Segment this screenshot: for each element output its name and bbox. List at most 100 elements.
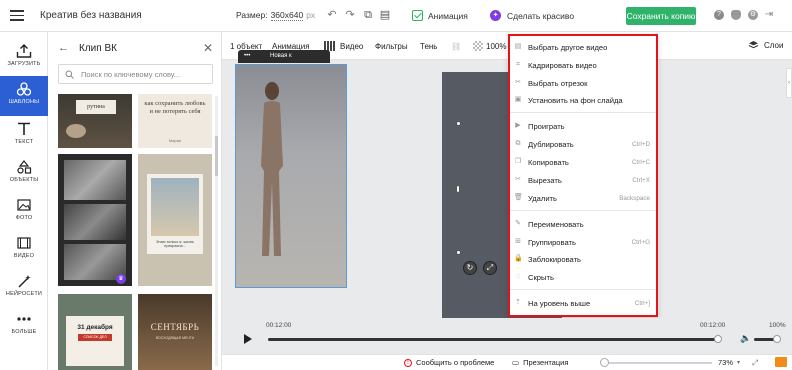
side-expand-tab[interactable]: ‹: [786, 68, 792, 98]
menu-item-play[interactable]: ▶ Проиграть: [514, 119, 656, 133]
animation-checkbox[interactable]: [412, 10, 423, 21]
timeline-knob[interactable]: [714, 335, 722, 343]
menu-item-crop-video[interactable]: ⌗ Кадрировать видео: [514, 58, 656, 72]
menu-item-cut[interactable]: ✂ Вырезать Ctrl+X: [514, 173, 656, 187]
time-end: 00:12:00: [700, 322, 726, 329]
layers-button[interactable]: Слои: [748, 40, 783, 50]
menu-item-bring-forward[interactable]: ⇡ На уровень выше Ctrl+]: [514, 296, 656, 310]
redo-icon[interactable]: ↷: [344, 9, 356, 21]
menu-item-choose-video[interactable]: ▤ Выбрать другое видео: [514, 40, 656, 54]
transform-icon[interactable]: ⤢: [483, 261, 497, 275]
zoom-select[interactable]: 73% ▾: [718, 358, 740, 367]
video-element-header: ••• Новая к: [238, 50, 330, 63]
undo-icon[interactable]: ↶: [326, 9, 338, 21]
menu-divider: [510, 112, 656, 113]
rotate-icon[interactable]: ↻: [463, 261, 477, 275]
scissors-icon: ✂: [515, 79, 521, 86]
beautify-button[interactable]: ✦ Сделать красиво: [490, 10, 574, 21]
replace-icon: ▤: [514, 43, 522, 50]
menu-item-group[interactable]: ⊞ Группировать Ctrl+G: [514, 235, 656, 249]
menu-item-duplicate[interactable]: ⧉ Дублировать Ctrl+D: [514, 137, 656, 151]
menu-item-label: Установить на фон слайда: [528, 95, 623, 105]
size-value[interactable]: 360x640: [270, 10, 304, 21]
rail-item-templates[interactable]: ШАБЛОНЫ: [0, 76, 48, 116]
menu-shortcut: Backspace: [619, 194, 650, 202]
toolbar-opacity[interactable]: 100%: [486, 42, 506, 51]
toolbar-video[interactable]: Видео: [340, 42, 363, 51]
timeline-track[interactable]: [268, 338, 718, 341]
menu-item-copy[interactable]: ❐ Копировать Ctrl+C: [514, 155, 656, 169]
menu-item-trim[interactable]: ✂ Выбрать отрезок: [514, 76, 656, 90]
resize-handle[interactable]: [456, 185, 460, 193]
menu-item-label: Проиграть: [528, 121, 565, 131]
close-icon[interactable]: ✕: [203, 41, 213, 55]
logout-icon[interactable]: ⇥: [764, 10, 774, 20]
presentation-button[interactable]: ▭ Презентация: [512, 358, 568, 367]
template-thumb-december[interactable]: 31 декабря СПИСОК ДЕЛ: [58, 294, 132, 370]
opacity-icon[interactable]: [473, 41, 483, 51]
menu-item-delete[interactable]: 🗑 Удалить Backspace: [514, 191, 656, 205]
canvas-size[interactable]: Размер: 360x640 px: [236, 10, 315, 21]
volume-icon[interactable]: 🔈: [740, 333, 751, 344]
panel-scrollbar[interactable]: [215, 96, 218, 366]
resize-handle[interactable]: [456, 121, 461, 126]
rail-item-video[interactable]: ВИДЕО: [0, 230, 48, 268]
search-box[interactable]: [58, 64, 213, 84]
zoom-slider-track[interactable]: [602, 362, 712, 364]
upload-icon: [16, 44, 32, 58]
zoom-slider-knob[interactable]: [600, 358, 609, 367]
scrollbar-thumb[interactable]: [215, 136, 218, 176]
bell-icon[interactable]: [731, 10, 741, 20]
template-thumb-routine[interactable]: рутина: [58, 94, 132, 148]
template-thumb-love-quote[interactable]: как сохранить любовь и не потерять себя …: [138, 94, 212, 148]
template-text: ВОСХОДЯЩАЯ МЕЧТА: [155, 336, 195, 340]
volume-knob[interactable]: [773, 335, 781, 343]
animation-label: Анимация: [428, 10, 468, 21]
toolbar-filters[interactable]: Фильтры: [375, 42, 408, 51]
orange-panel-icon[interactable]: [775, 357, 787, 367]
rail-item-photo[interactable]: ФОТО: [0, 192, 48, 230]
selected-video-element[interactable]: [235, 64, 347, 288]
play-button-icon[interactable]: [244, 334, 252, 344]
rail-item-text[interactable]: ТЕКСТ: [0, 116, 48, 154]
back-arrow-icon[interactable]: ←: [58, 42, 69, 54]
rail-item-objects[interactable]: ОБЪЕКТЫ: [0, 154, 48, 192]
menu-item-set-background[interactable]: ▣ Установить на фон слайда: [514, 93, 656, 107]
panel-title: Клип ВК: [79, 42, 117, 54]
help-icon[interactable]: ?: [714, 10, 724, 20]
paste-icon[interactable]: ▤: [379, 9, 391, 21]
toolbar-shadow[interactable]: Тень: [420, 42, 437, 51]
expand-icon[interactable]: ⤢: [752, 358, 758, 368]
search-input[interactable]: [81, 69, 201, 79]
trash-icon: 🗑: [514, 194, 523, 201]
template-thumb-september[interactable]: СЕНТЯБРЬ ВОСХОДЯЩАЯ МЕЧТА: [138, 294, 212, 370]
menu-item-rename[interactable]: ✎ Переименовать: [514, 217, 656, 231]
document-title[interactable]: Креатив без названия: [40, 10, 142, 21]
search-icon: [65, 70, 74, 79]
video-dots-icon[interactable]: •••: [244, 53, 250, 59]
animation-toggle[interactable]: Анимация: [412, 10, 468, 21]
menu-divider: [510, 289, 656, 290]
settings-gear-icon[interactable]: ⚙: [748, 10, 758, 20]
template-decor: [66, 124, 86, 138]
link-icon[interactable]: ⛓: [451, 42, 461, 51]
rail-item-upload[interactable]: ЗАГРУЗИТЬ: [0, 38, 48, 76]
magic-wand-icon: ✦: [490, 10, 501, 21]
template-thumb-seaside[interactable]: Знаю только я: жизнь прекрасна...: [138, 154, 212, 286]
resize-handle[interactable]: [456, 250, 461, 255]
save-copy-button[interactable]: Сохранить копию: [626, 7, 696, 25]
template-thumb-photo-collage[interactable]: ♛: [58, 154, 132, 286]
rail-item-ai[interactable]: НЕЙРОСЕТИ: [0, 268, 48, 306]
hamburger-menu-icon[interactable]: [10, 10, 24, 22]
eye-off-icon: ◌: [515, 273, 521, 280]
duplicate-icon: ⧉: [515, 140, 521, 147]
copy-icon[interactable]: ⧉: [362, 9, 374, 21]
menu-item-hide[interactable]: ◌ Скрыть: [514, 270, 656, 284]
chevron-down-icon: ▾: [737, 360, 741, 366]
rail-label: ШАБЛОНЫ: [8, 99, 40, 105]
menu-item-label: Скрыть: [528, 272, 554, 282]
menu-item-lock[interactable]: 🔒 Заблокировать: [514, 252, 656, 266]
report-problem-button[interactable]: ! Сообщить о проблеме: [404, 358, 494, 367]
menu-item-label: Дублировать: [528, 139, 574, 149]
rail-item-more[interactable]: БОЛЬШЕ: [0, 306, 48, 344]
